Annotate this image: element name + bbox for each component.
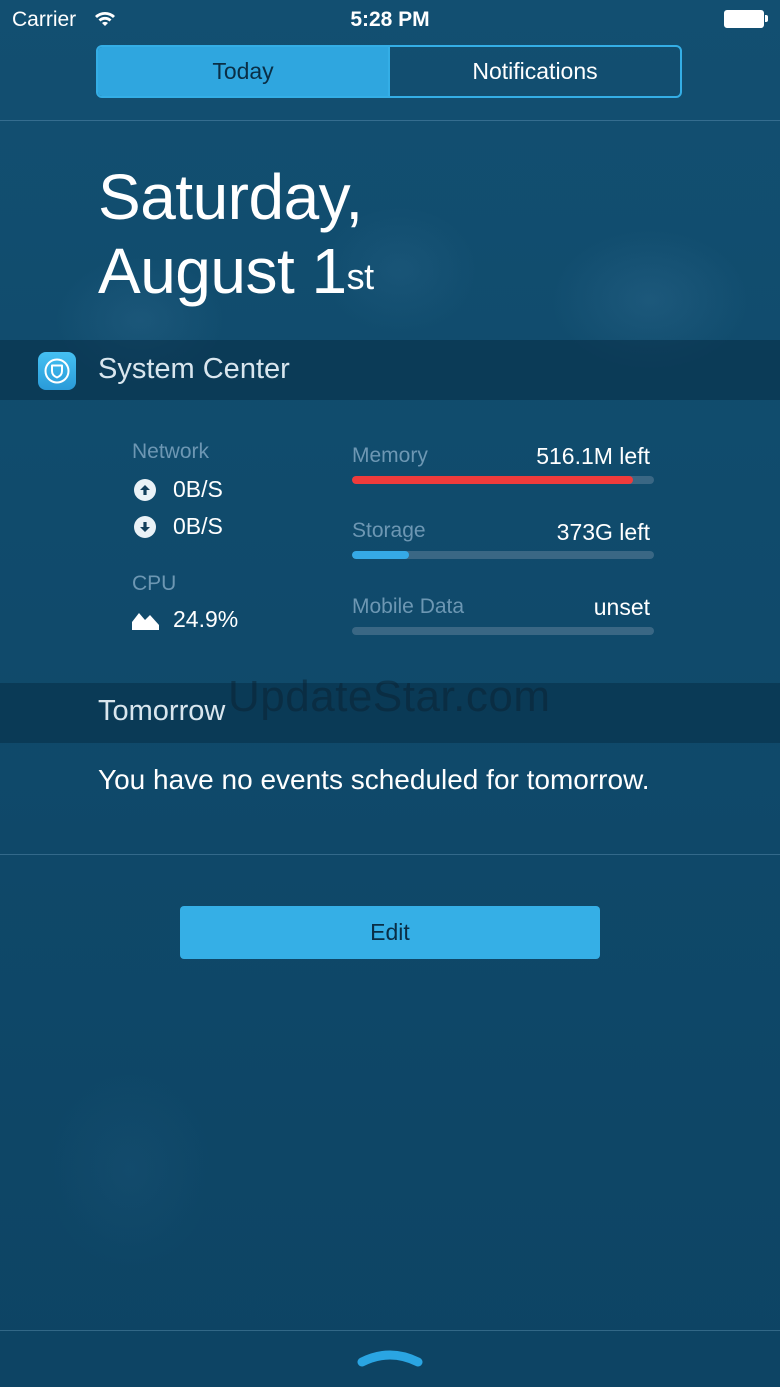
tab-today[interactable]: Today: [98, 47, 388, 96]
status-bar: Carrier 5:28 PM: [0, 0, 780, 40]
memory-label: Memory: [352, 444, 428, 467]
divider: [0, 120, 780, 121]
date-month-day: August 1: [98, 235, 347, 307]
battery-icon: [724, 10, 768, 28]
network-upload-value: 0B/S: [173, 476, 223, 502]
mobile-data-value: unset: [593, 594, 650, 620]
memory-progress-bar: [352, 476, 654, 484]
no-events-message: You have no events scheduled for tomorro…: [98, 764, 650, 795]
network-label: Network: [132, 440, 210, 463]
memory-value: 516.1M left: [536, 443, 650, 469]
date-ordinal-suffix: st: [346, 256, 375, 297]
divider: [0, 854, 780, 855]
date-day-line: August 1st: [98, 234, 374, 308]
cpu-label: CPU: [132, 572, 177, 595]
upload-arrow-icon: [134, 479, 156, 501]
edit-button[interactable]: Edit: [180, 906, 600, 959]
status-time: 5:28 PM: [350, 8, 430, 31]
cpu-value: 24.9%: [173, 606, 239, 632]
today-notifications-segmented-control: Today Notifications: [96, 45, 682, 98]
tomorrow-title: Tomorrow: [98, 695, 226, 727]
system-center-title[interactable]: System Center: [98, 353, 290, 386]
watermark: UpdateStar.com: [228, 672, 551, 721]
mobile-data-label: Mobile Data: [352, 595, 465, 618]
divider: [0, 1330, 780, 1331]
mobile-data-progress-bar: [352, 627, 654, 635]
storage-value: 373G left: [556, 519, 650, 545]
chevron-up-icon[interactable]: [354, 1344, 426, 1375]
tab-notifications[interactable]: Notifications: [388, 47, 680, 96]
download-arrow-icon: [134, 516, 156, 538]
storage-label: Storage: [352, 519, 426, 542]
date-weekday: Saturday,: [98, 161, 363, 233]
storage-progress-bar: [352, 551, 654, 559]
storage-progress-fill: [352, 551, 410, 559]
shield-icon[interactable]: [38, 352, 76, 390]
date-heading: Saturday, August 1st: [98, 160, 374, 308]
cpu-chart-icon: [132, 610, 160, 637]
memory-progress-fill: [352, 476, 633, 484]
network-download-value: 0B/S: [173, 513, 223, 539]
